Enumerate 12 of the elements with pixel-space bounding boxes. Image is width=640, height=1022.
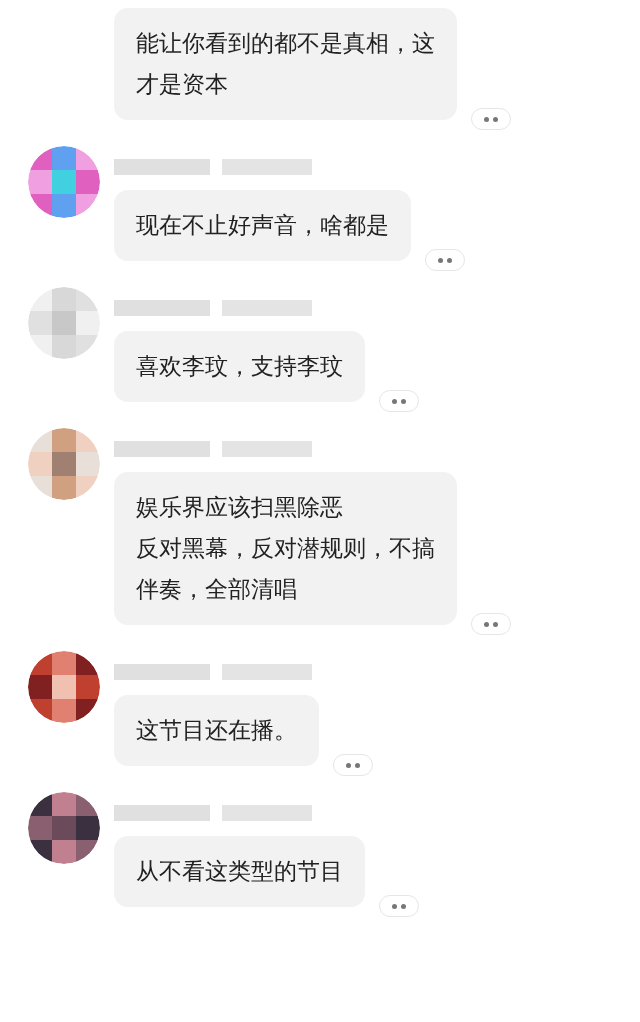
- reaction-button[interactable]: [425, 249, 465, 271]
- message-text: 喜欢李玟，支持李玟: [136, 352, 343, 381]
- message-text: 这节目还在播。: [136, 716, 297, 745]
- reaction-button[interactable]: [471, 613, 511, 635]
- reaction-button[interactable]: [379, 390, 419, 412]
- message-text: 能让你看到的都不是真相，这 才是资本: [136, 29, 435, 99]
- reaction-button[interactable]: [333, 754, 373, 776]
- message-text: 娱乐界应该扫黑除恶 反对黑幕，反对潜规则，不搞 伴奏，全部清唱: [136, 493, 435, 604]
- reaction-button[interactable]: [379, 895, 419, 917]
- message-text: 现在不止好声音，啥都是: [136, 211, 389, 240]
- reaction-button[interactable]: [471, 108, 511, 130]
- message-text: 从不看这类型的节目: [136, 857, 343, 886]
